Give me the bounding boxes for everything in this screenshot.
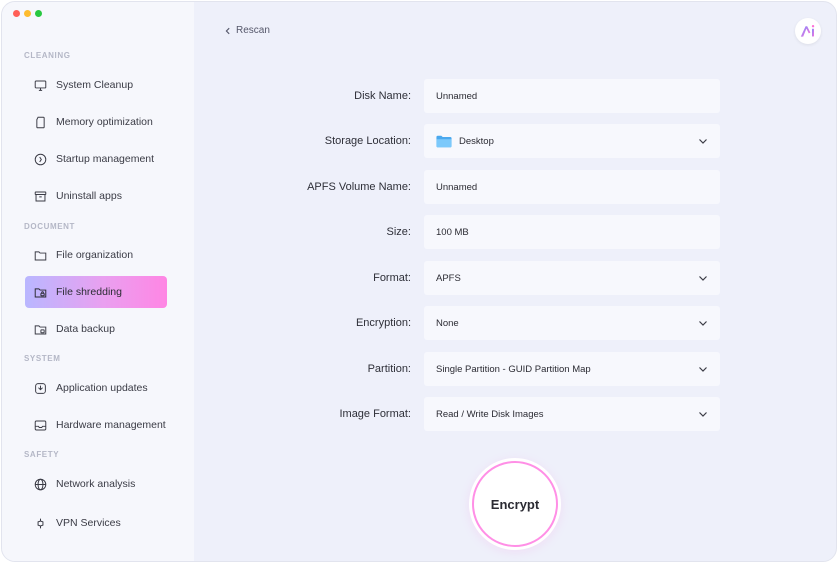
image-format-row: Image Format: Read / Write Disk Images [194, 397, 836, 431]
disk-name-row: Disk Name: Unnamed [194, 79, 836, 113]
format-value: APFS [436, 272, 461, 284]
rescan-label: Rescan [236, 25, 270, 36]
encryption-select[interactable]: None [424, 306, 720, 340]
encrypt-button-ring: Encrypt [469, 458, 561, 550]
sidebar-item-label: Network analysis [56, 478, 136, 490]
zoom-window-button[interactable] [35, 10, 42, 17]
format-row: Format: APFS [194, 261, 836, 295]
sidebar-item-file-organization[interactable]: File organization [25, 239, 167, 271]
vpn-icon [37, 518, 44, 528]
minimize-window-button[interactable] [24, 10, 31, 17]
size-input[interactable]: 100 MB [424, 215, 720, 249]
folder-icon [34, 250, 47, 260]
close-window-button[interactable] [13, 10, 20, 17]
clock-icon [34, 153, 47, 165]
encryption-label: Encryption: [355, 317, 411, 329]
rescan-button[interactable]: Rescan [224, 25, 270, 36]
sidebar-item-label: Hardware management [56, 419, 166, 431]
chevron-down-icon [699, 367, 707, 372]
format-select[interactable]: APFS [424, 261, 720, 295]
sidebar-item-startup-management[interactable]: Startup management [25, 143, 167, 175]
format-label: Format: [373, 272, 411, 284]
storage-location-value: Desktop [459, 135, 494, 147]
disk-name-value: Unnamed [436, 90, 478, 102]
app-window: CLEANING System Cleanup Memory optimizat… [1, 1, 837, 562]
sidebar-item-label: Uninstall apps [56, 190, 122, 202]
sidebar-item-label: Application updates [56, 382, 148, 394]
sidebar-item-label: File shredding [56, 286, 122, 298]
size-value: 100 MB [436, 226, 469, 238]
storage-location-label: Storage Location: [324, 135, 411, 147]
memory-card-icon [36, 116, 45, 128]
sidebar-item-label: Memory optimization [56, 116, 153, 128]
sidebar-item-data-backup[interactable]: Data backup [25, 313, 167, 345]
storage-location-select[interactable]: Desktop [424, 124, 720, 158]
sidebar-item-application-updates[interactable]: Application updates [25, 372, 167, 404]
sidebar-item-hardware-management[interactable]: Hardware management [25, 409, 167, 441]
image-format-select[interactable]: Read / Write Disk Images [424, 397, 720, 431]
storage-location-row: Storage Location: Desktop [194, 124, 836, 158]
window-controls [13, 10, 42, 17]
sidebar-item-vpn-services[interactable]: VPN Services [25, 507, 167, 539]
app-logo-icon [800, 25, 815, 37]
update-icon [35, 382, 46, 394]
chevron-down-icon [699, 276, 707, 281]
main-panel: Rescan Disk Name: Unnamed Storage Locati… [194, 2, 836, 561]
sidebar-item-memory-optimization[interactable]: Memory optimization [25, 106, 167, 138]
apfs-volume-name-row: APFS Volume Name: Unnamed [194, 170, 836, 204]
section-title-cleaning: CLEANING [24, 51, 71, 60]
monitor-icon [34, 80, 47, 91]
sidebar-item-uninstall-apps[interactable]: Uninstall apps [25, 180, 167, 212]
sidebar-item-label: Startup management [56, 153, 155, 165]
folder-backup-icon [34, 324, 47, 334]
disk-name-input[interactable]: Unnamed [424, 79, 720, 113]
folder-icon [436, 135, 452, 147]
section-title-document: DOCUMENT [24, 222, 76, 231]
partition-row: Partition: Single Partition - GUID Parti… [194, 352, 836, 386]
sidebar-item-system-cleanup[interactable]: System Cleanup [25, 69, 167, 101]
app-logo [795, 18, 821, 44]
partition-value: Single Partition - GUID Partition Map [436, 363, 591, 375]
encryption-value: None [436, 317, 459, 329]
disk-name-label: Disk Name: [354, 90, 411, 102]
image-format-value: Read / Write Disk Images [436, 408, 544, 420]
sidebar-item-file-shredding[interactable]: File shredding [25, 276, 167, 308]
sidebar: CLEANING System Cleanup Memory optimizat… [2, 2, 194, 561]
size-label: Size: [386, 226, 411, 238]
encryption-row: Encryption: None [194, 306, 836, 340]
chevron-down-icon [699, 412, 707, 417]
sidebar-item-label: VPN Services [56, 517, 121, 529]
sidebar-item-label: File organization [56, 249, 134, 261]
partition-label: Partition: [367, 363, 411, 375]
chevron-down-icon [699, 139, 707, 144]
section-title-system: SYSTEM [24, 354, 61, 363]
apfs-volume-name-label: APFS Volume Name: [307, 181, 411, 193]
encrypt-button[interactable]: Encrypt [472, 461, 558, 547]
archive-box-icon [34, 191, 47, 201]
partition-select[interactable]: Single Partition - GUID Partition Map [424, 352, 720, 386]
chevron-down-icon [699, 321, 707, 326]
sidebar-item-network-analysis[interactable]: Network analysis [25, 468, 167, 500]
inbox-icon [34, 420, 47, 430]
globe-icon [34, 478, 47, 490]
section-title-safety: SAFETY [24, 450, 60, 459]
apfs-volume-name-input[interactable]: Unnamed [424, 170, 720, 204]
folder-lock-icon [34, 287, 47, 297]
chevron-left-icon [225, 27, 230, 34]
size-row: Size: 100 MB [194, 215, 836, 249]
apfs-volume-name-value: Unnamed [436, 181, 478, 193]
sidebar-item-label: Data backup [56, 323, 115, 335]
image-format-label: Image Format: [339, 408, 411, 420]
sidebar-item-label: System Cleanup [56, 79, 134, 91]
